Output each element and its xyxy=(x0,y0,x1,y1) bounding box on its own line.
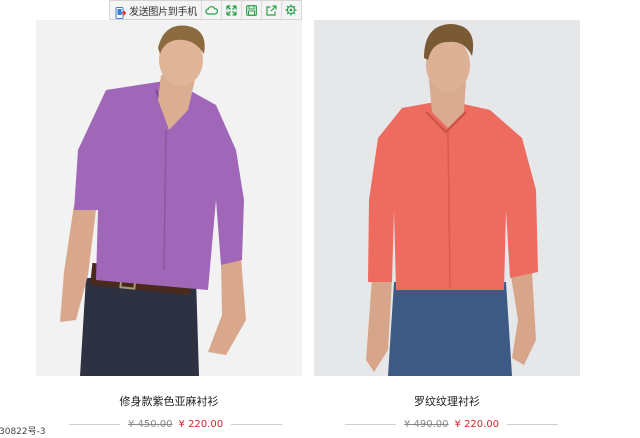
product-image-purple-shirt[interactable] xyxy=(36,20,302,376)
original-price: ¥ 450.00 xyxy=(128,418,173,430)
product-name[interactable]: 罗纹纹理衬衫 xyxy=(347,393,547,409)
price-row: ¥ 490.00 ¥ 220.00 xyxy=(345,418,559,430)
original-price: ¥ 490.00 xyxy=(404,418,449,430)
cloud-button[interactable] xyxy=(202,1,222,19)
footer-registration-code: 30822号-3 xyxy=(0,427,46,437)
phone-send-icon xyxy=(115,4,127,19)
divider-line xyxy=(231,423,283,425)
cloud-icon xyxy=(205,6,218,15)
save-button[interactable] xyxy=(242,1,262,19)
send-to-phone-label: 发送图片到手机 xyxy=(129,6,197,18)
price-row: ¥ 450.00 ¥ 220.00 xyxy=(69,418,283,430)
settings-button[interactable] xyxy=(282,1,301,19)
image-helper-toolbar: 发送图片到手机 xyxy=(109,0,302,20)
divider-line xyxy=(345,423,396,425)
sale-price: ¥ 220.00 xyxy=(454,418,500,430)
send-to-phone-button[interactable]: 发送图片到手机 xyxy=(110,1,202,19)
expand-button[interactable] xyxy=(222,1,242,19)
share-icon xyxy=(266,4,277,16)
product-name[interactable]: 修身款紫色亚麻衬衫 xyxy=(69,393,269,409)
save-icon xyxy=(246,4,257,16)
product-image-coral-shirt[interactable] xyxy=(314,20,580,376)
share-button[interactable] xyxy=(262,1,282,19)
divider-line xyxy=(507,423,559,425)
divider-line xyxy=(69,423,120,425)
expand-icon xyxy=(226,4,237,16)
sale-price: ¥ 220.00 xyxy=(178,418,224,430)
settings-icon xyxy=(285,4,297,16)
